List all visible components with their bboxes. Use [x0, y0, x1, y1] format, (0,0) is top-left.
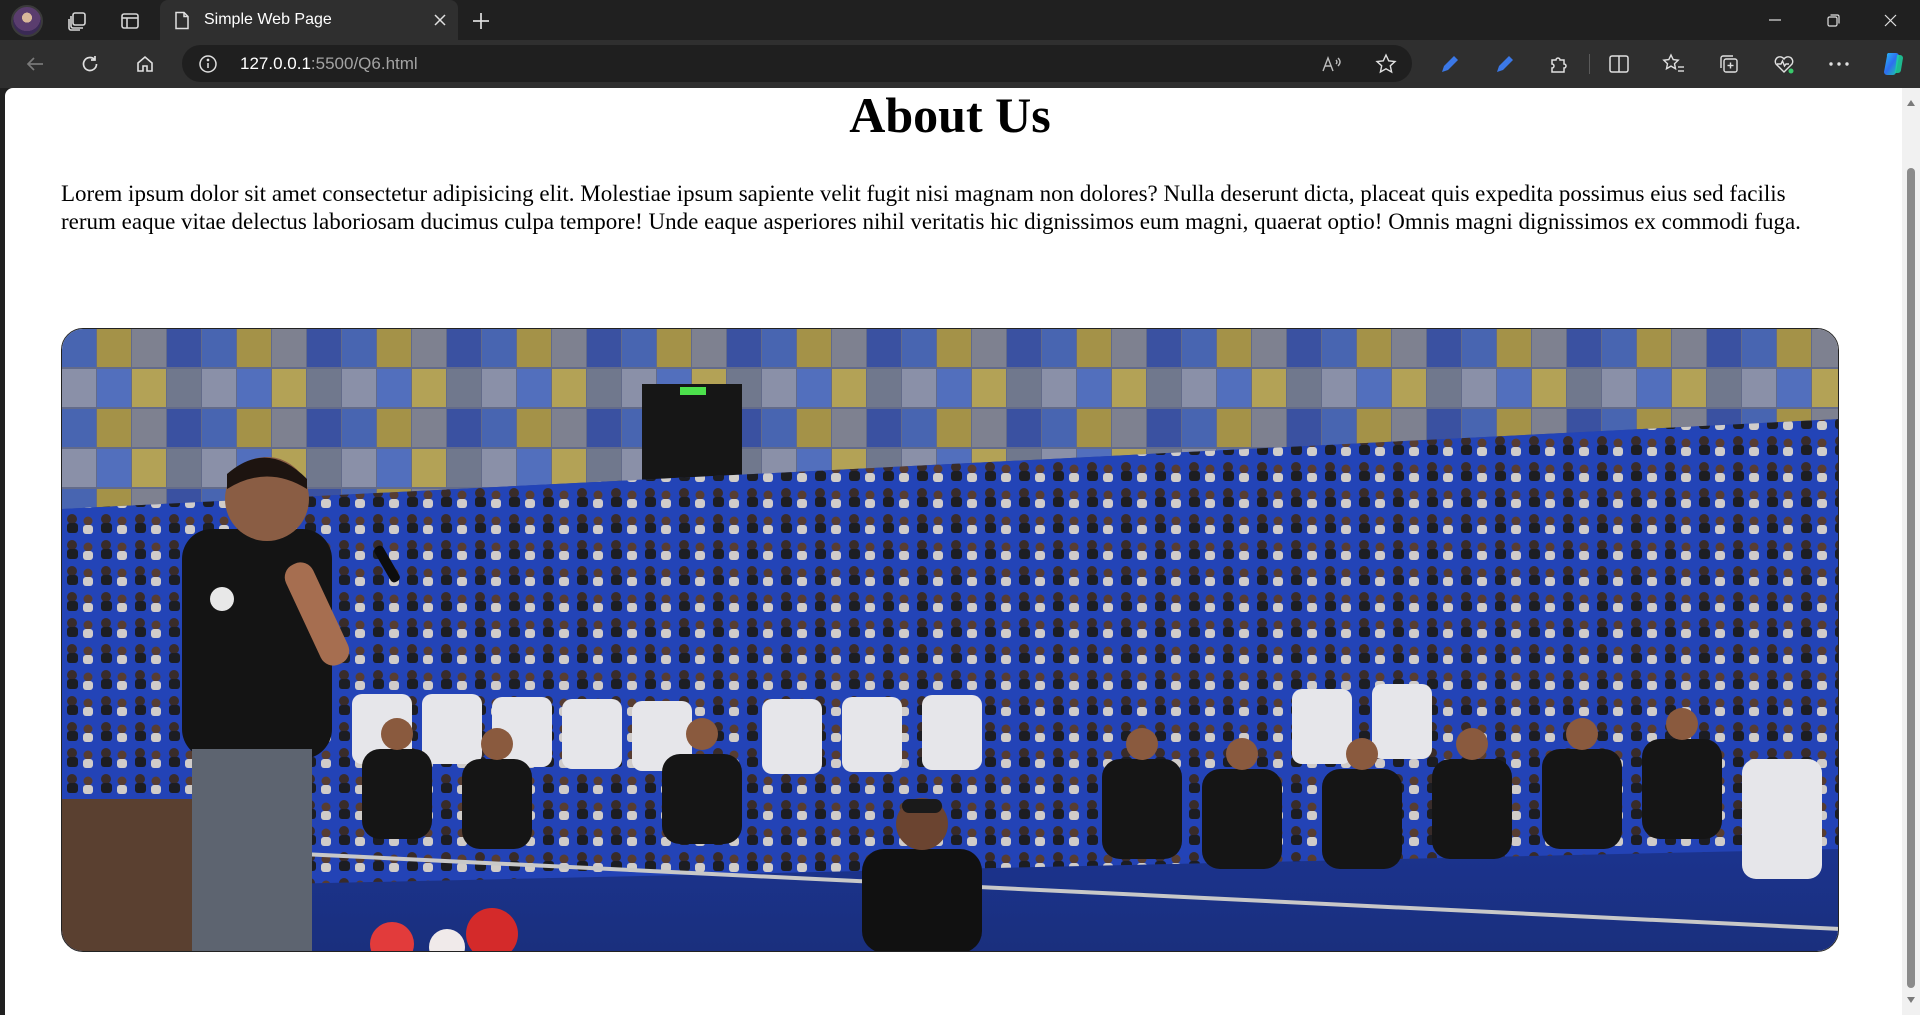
info-icon[interactable] — [198, 54, 218, 79]
title-bar: Simple Web Page — [0, 0, 1920, 40]
profile-avatar[interactable] — [11, 5, 43, 37]
tab-simple-web-page[interactable]: Simple Web Page — [160, 0, 458, 40]
page-icon — [174, 11, 190, 35]
vertical-scrollbar[interactable] — [1902, 88, 1920, 1015]
collections-icon[interactable] — [1715, 50, 1743, 78]
auditorium-photo — [61, 328, 1839, 952]
scroll-thumb[interactable] — [1907, 168, 1915, 988]
plus-icon[interactable] — [468, 8, 494, 34]
pen-extension-icon-2[interactable] — [1490, 50, 1518, 78]
star-icon[interactable] — [1372, 50, 1400, 78]
pen-extension-icon[interactable] — [1435, 50, 1463, 78]
page-viewport: About Us Lorem ipsum dolor sit amet cons… — [5, 88, 1920, 1015]
puzzle-icon[interactable] — [1545, 50, 1573, 78]
about-paragraph: Lorem ipsum dolor sit amet consectetur a… — [61, 181, 1801, 234]
browser-essentials-icon[interactable] — [1770, 50, 1798, 78]
favorites-icon[interactable] — [1660, 50, 1688, 78]
refresh-icon[interactable] — [76, 50, 104, 78]
copilot-icon[interactable] — [1879, 50, 1907, 78]
tab-title: Simple Web Page — [204, 11, 332, 28]
restore-icon[interactable] — [1810, 6, 1856, 34]
window-close-icon[interactable] — [1867, 6, 1913, 34]
back-arrow-icon[interactable] — [21, 50, 49, 78]
home-icon[interactable] — [131, 50, 159, 78]
read-aloud-icon[interactable] — [1318, 50, 1346, 78]
scroll-up-arrow-icon[interactable] — [1906, 94, 1916, 112]
toolbar-divider — [1589, 54, 1590, 74]
split-screen-icon[interactable] — [1605, 50, 1633, 78]
minimize-icon[interactable] — [1752, 6, 1798, 34]
address-bar[interactable]: 127.0.0.1:5500/Q6.html — [182, 45, 1412, 82]
more-menu-icon[interactable] — [1825, 50, 1853, 78]
close-icon[interactable] — [430, 10, 450, 30]
vertical-tabs-icon[interactable] — [117, 8, 143, 34]
browser-toolbar: 127.0.0.1:5500/Q6.html — [0, 40, 1920, 88]
scroll-down-arrow-icon[interactable] — [1906, 991, 1916, 1009]
page-heading: About Us — [849, 88, 1051, 143]
url-text[interactable]: 127.0.0.1:5500/Q6.html — [240, 54, 418, 74]
workspaces-icon[interactable] — [64, 8, 90, 34]
